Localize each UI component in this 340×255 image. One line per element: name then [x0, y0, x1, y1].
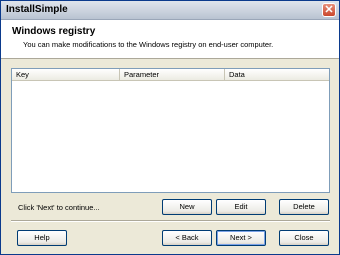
- close-button[interactable]: Close: [279, 230, 329, 246]
- next-button[interactable]: Next >: [216, 230, 266, 246]
- new-button[interactable]: New: [162, 199, 212, 215]
- installer-window: InstallSimple ✕ Windows registry You can…: [0, 0, 340, 255]
- registry-list[interactable]: Key Parameter Data: [11, 68, 330, 193]
- column-header-key[interactable]: Key: [12, 69, 120, 81]
- back-button[interactable]: < Back: [162, 230, 212, 246]
- edit-button[interactable]: Edit: [216, 199, 266, 215]
- title-bar[interactable]: InstallSimple ✕: [1, 1, 339, 20]
- page-header: Windows registry You can make modificati…: [1, 20, 339, 59]
- column-header-parameter[interactable]: Parameter: [120, 69, 225, 81]
- footer-divider: [11, 220, 330, 222]
- help-button[interactable]: Help: [17, 230, 67, 246]
- page-subtitle: You can make modifications to the Window…: [23, 40, 274, 49]
- close-icon[interactable]: ✕: [322, 3, 336, 17]
- window-title: InstallSimple: [6, 4, 68, 15]
- status-text: Click 'Next' to continue...: [18, 203, 100, 212]
- column-header-data[interactable]: Data: [225, 69, 329, 81]
- page-title: Windows registry: [12, 26, 96, 37]
- delete-button[interactable]: Delete: [279, 199, 329, 215]
